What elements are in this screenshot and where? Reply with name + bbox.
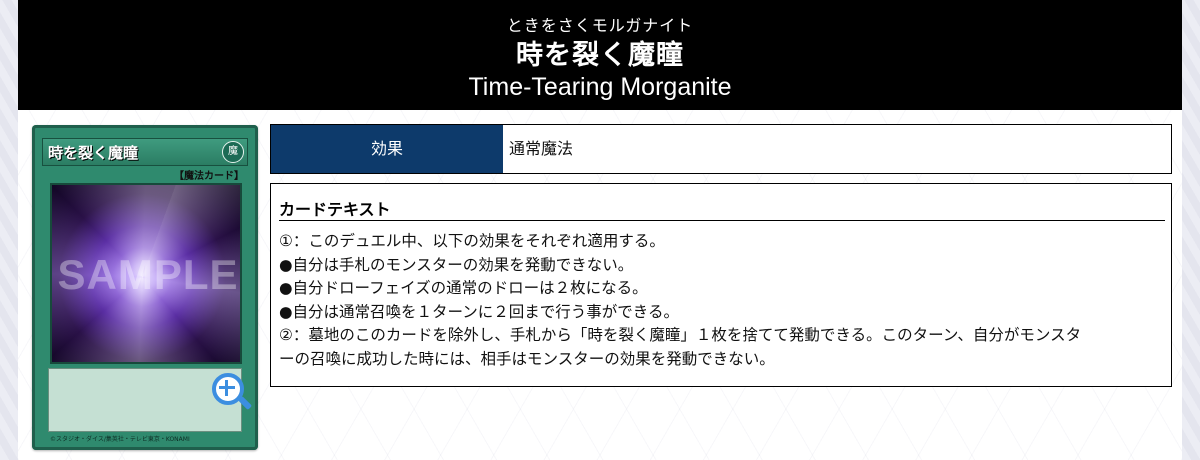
card-detail-page: ときをさくモルガナイト 時を裂く魔瞳 Time-Tearing Morganit… [18,0,1182,460]
card-image-name-box: 時を裂く魔瞳 魔 [42,138,248,166]
card-text-body: ①：このデュエル中、以下の効果をそれぞれ適用する。 ●自分は手札のモンスターの効… [279,230,1167,371]
card-image-name: 時を裂く魔瞳 [48,144,139,162]
sample-watermark: SAMPLE [57,251,239,298]
card-text-divider [279,220,1165,221]
card-text-line: ②：墓地のこのカードを除外し、手札から「時を裂く魔瞳」１枚を捨てて発動できる。こ… [279,326,1082,344]
card-artwork: SAMPLE [50,183,242,364]
card-text-line: ①：このデュエル中、以下の効果をそれぞれ適用する。 [279,232,665,250]
card-text-line: ●自分は手札のモンスターの効果を発動できない。 [279,255,634,274]
card-text-panel: カードテキスト ①：このデュエル中、以下の効果をそれぞれ適用する。 ●自分は手札… [270,183,1172,387]
card-type-value: 通常魔法 [509,139,574,158]
card-image-copyright: ©スタジオ・ダイス/集英社・テレビ東京・KONAMI [50,436,190,443]
card-name-header: ときをさくモルガナイト 時を裂く魔瞳 Time-Tearing Morganit… [18,0,1182,110]
card-type-label: 効果 [271,125,503,173]
card-text-line: ーの召喚に成功した時には、相手はモンスターの効果を発動できない。 [279,349,775,368]
card-text-line: ●自分ドローフェイズの通常のドローは２枚になる。 [279,279,648,297]
card-text-heading: カードテキスト [279,200,391,219]
card-text-line: ●自分は通常召喚を１ターンに２回まで行う事ができる。 [279,302,679,321]
card-name-japanese: 時を裂く魔瞳 [516,40,684,71]
card-image-type-line: 【魔法カード】 [174,171,244,182]
card-type-row: 効果 通常魔法 [270,124,1172,174]
spell-attribute-icon: 魔 [222,141,244,163]
card-image[interactable]: 時を裂く魔瞳 魔 【魔法カード】 SAMPLE ©スタジオ・ダイス/集英社・テレ… [32,125,258,450]
card-name-english: Time-Tearing Morganite [468,73,732,101]
card-image-text-box [48,368,242,432]
